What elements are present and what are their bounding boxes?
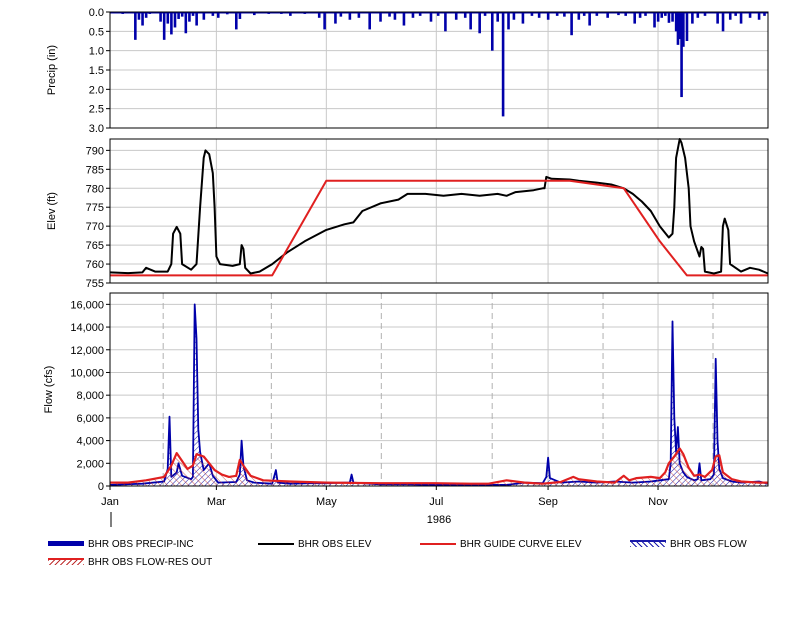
precip-bar — [490, 12, 494, 51]
legend-item-guide: BHR GUIDE CURVE ELEV — [420, 538, 582, 550]
legend-label-resout: BHR OBS FLOW-RES OUT — [88, 556, 213, 568]
precip-bar — [134, 12, 137, 40]
elev-ytick-label: 760 — [86, 259, 104, 271]
precip-bar — [402, 12, 406, 26]
precip-ytick-label: 1.5 — [89, 65, 104, 77]
legend-item-precip: BHR OBS PRECIP-INC — [48, 538, 194, 550]
precip-bar — [685, 12, 689, 41]
precip-bar — [653, 12, 656, 28]
obs-flow-line — [109, 303, 769, 486]
precip-bar — [195, 12, 198, 26]
precip-bar — [478, 12, 481, 34]
precip-bar — [682, 12, 685, 47]
elev-ytick-label: 785 — [86, 164, 104, 176]
precip-bar — [323, 12, 326, 30]
precip-bar — [334, 12, 337, 24]
x-tick-label: Jan — [101, 496, 119, 508]
legend-label-elev: BHR OBS ELEV — [298, 538, 372, 550]
legend-swatch-precip — [48, 538, 84, 550]
precip-bar — [507, 12, 510, 30]
legend-swatch-resout — [48, 556, 84, 568]
precip-bar — [469, 12, 472, 30]
flow-ytick-label: 4,000 — [76, 436, 104, 448]
legend-label-guide: BHR GUIDE CURVE ELEV — [460, 538, 582, 550]
precip-ytick-label: 0.5 — [89, 26, 104, 38]
precip-bar — [166, 12, 170, 24]
elev-ylabel: Elev (ft) — [46, 192, 58, 230]
elev-ytick-label: 790 — [86, 145, 104, 157]
precip-bar — [234, 12, 238, 30]
legend-label-flow: BHR OBS FLOW — [670, 538, 747, 550]
x-tick-label: May — [316, 496, 337, 508]
precip-bar — [141, 12, 144, 26]
x-tick-label: Sep — [538, 496, 558, 508]
legend-swatch-elev — [258, 538, 294, 550]
precip-bar — [444, 12, 447, 32]
legend-item-elev: BHR OBS ELEV — [258, 538, 371, 550]
elev-ytick-label: 775 — [86, 202, 104, 214]
x-tick-label: Mar — [207, 496, 226, 508]
precip-bar — [739, 12, 743, 24]
flow-ytick-label: 10,000 — [70, 367, 104, 379]
legend-item-flow: BHR OBS FLOW — [630, 538, 747, 550]
precip-bar — [521, 12, 525, 24]
precip-bar — [667, 12, 671, 23]
flow-ytick-label: 6,000 — [76, 413, 104, 425]
elev-ytick-label: 780 — [86, 183, 104, 195]
flow-ylabel: Flow (cfs) — [43, 366, 55, 414]
year-label: 1986 — [427, 514, 451, 526]
precip-ytick-label: 2.5 — [89, 104, 104, 116]
precip-bar — [633, 12, 636, 24]
legend-item-resout: BHR OBS FLOW-RES OUT — [48, 556, 212, 568]
precip-bar — [170, 12, 173, 35]
flow-ytick-label: 16,000 — [70, 299, 104, 311]
precip-ytick-label: 3.0 — [89, 123, 104, 135]
hydrograph-chart: 0.0 0.5 1.0 1.5 2.0 2.5 3.0 Precip (in) 755 760 76… — [43, 7, 769, 527]
precip-ylabel: Precip (in) — [46, 45, 58, 95]
elev-ytick-label: 765 — [86, 240, 104, 252]
precip-bar — [173, 12, 177, 28]
precip-bar — [162, 12, 166, 40]
precip-bar — [570, 12, 573, 36]
flow-ytick-label: 12,000 — [70, 345, 104, 357]
res-out-flow-area — [110, 448, 768, 486]
precip-bar — [368, 12, 371, 30]
x-tick-label: Nov — [648, 496, 668, 508]
flow-ytick-label: 8,000 — [76, 390, 104, 402]
precip-bar — [716, 12, 719, 24]
precip-ytick-label: 2.0 — [89, 84, 104, 96]
flow-ytick-label: 14,000 — [70, 322, 104, 334]
precip-ytick-label: 1.0 — [89, 46, 104, 58]
precip-bar — [184, 12, 188, 34]
flow-frame — [109, 292, 769, 487]
flow-ytick-label: 2,000 — [76, 458, 104, 470]
legend-swatch-flow — [630, 538, 666, 550]
precip-bar — [501, 12, 505, 117]
elev-ytick-label: 770 — [86, 221, 104, 233]
precip-bar — [691, 12, 694, 24]
elev-ytick-label: 755 — [86, 278, 104, 290]
flow-ytick-label: 0 — [98, 481, 104, 493]
legend-label-precip: BHR OBS PRECIP-INC — [88, 538, 194, 550]
precip-ytick-label: 0.0 — [89, 7, 104, 19]
precip-bar — [588, 12, 591, 26]
legend: BHR OBS PRECIP-INC BHR OBS ELEV BHR GUID… — [0, 530, 800, 590]
legend-swatch-guide — [420, 538, 456, 550]
elev-frame — [109, 138, 769, 284]
x-tick-label: Jul — [429, 496, 443, 508]
precip-bar — [721, 12, 725, 32]
